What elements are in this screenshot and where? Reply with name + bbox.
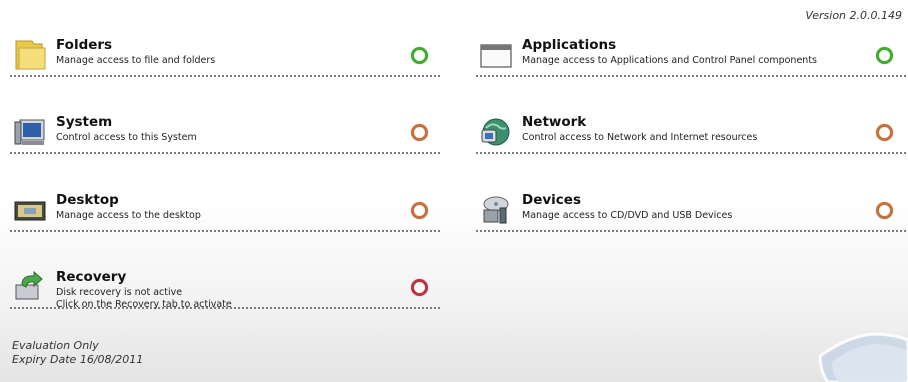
status-indicator-desktop[interactable] xyxy=(411,202,428,219)
version-label: Version 2.0.0.149 xyxy=(805,9,902,22)
tile-title: Desktop xyxy=(56,192,119,208)
tile-title: System xyxy=(56,114,113,130)
recovery-status-line: Disk recovery is not active xyxy=(56,287,183,298)
status-indicator-network[interactable] xyxy=(876,124,893,141)
tile-description: Control access to Network and Internet r… xyxy=(522,132,758,143)
tile-network[interactable]: Network Control access to Network and In… xyxy=(476,114,906,154)
tile-description: Manage access to CD/DVD and USB Devices xyxy=(522,210,733,221)
tile-description: Manage access to the desktop xyxy=(56,210,201,221)
recovery-arrow-icon xyxy=(12,270,46,303)
tile-recovery[interactable]: Recovery Disk recovery is not active Cli… xyxy=(10,269,440,310)
tile-description: Disk recovery is not active Click on the… xyxy=(56,287,232,310)
folder-icon xyxy=(12,39,46,71)
tile-desktop[interactable]: Desktop Manage access to the desktop xyxy=(10,192,440,232)
tile-devices[interactable]: Devices Manage access to CD/DVD and USB … xyxy=(476,192,906,232)
window-icon xyxy=(478,39,512,71)
evaluation-label: Evaluation Only xyxy=(12,339,99,352)
desktop-icon xyxy=(12,194,46,226)
status-indicator-system[interactable] xyxy=(411,124,428,141)
status-indicator-recovery[interactable] xyxy=(411,279,428,296)
network-globe-icon xyxy=(478,116,512,148)
computer-icon xyxy=(12,116,46,148)
tile-title: Devices xyxy=(522,192,581,208)
tile-title: Network xyxy=(522,114,587,130)
tile-description: Control access to this System xyxy=(56,132,197,143)
shield-watermark-icon xyxy=(818,332,908,382)
status-indicator-devices[interactable] xyxy=(876,202,893,219)
evaluation-notice: Evaluation Only Expiry Date 16/08/2011 xyxy=(12,339,143,367)
recovery-activate-hint: Click on the Recovery tab to activate xyxy=(56,298,232,310)
tile-title: Recovery xyxy=(56,269,127,285)
tile-system[interactable]: System Control access to this System xyxy=(10,114,440,154)
tile-applications[interactable]: Applications Manage access to Applicatio… xyxy=(476,37,906,77)
tile-description: Manage access to file and folders xyxy=(56,55,216,66)
status-indicator-applications[interactable] xyxy=(876,47,893,64)
status-indicator-folders[interactable] xyxy=(411,47,428,64)
expiry-date: Expiry Date 16/08/2011 xyxy=(12,353,144,366)
tile-title: Folders xyxy=(56,37,113,53)
tile-folders[interactable]: Folders Manage access to file and folder… xyxy=(10,37,440,77)
tile-description: Manage access to Applications and Contro… xyxy=(522,55,817,66)
devices-icon xyxy=(478,194,512,226)
tile-title: Applications xyxy=(522,37,617,53)
